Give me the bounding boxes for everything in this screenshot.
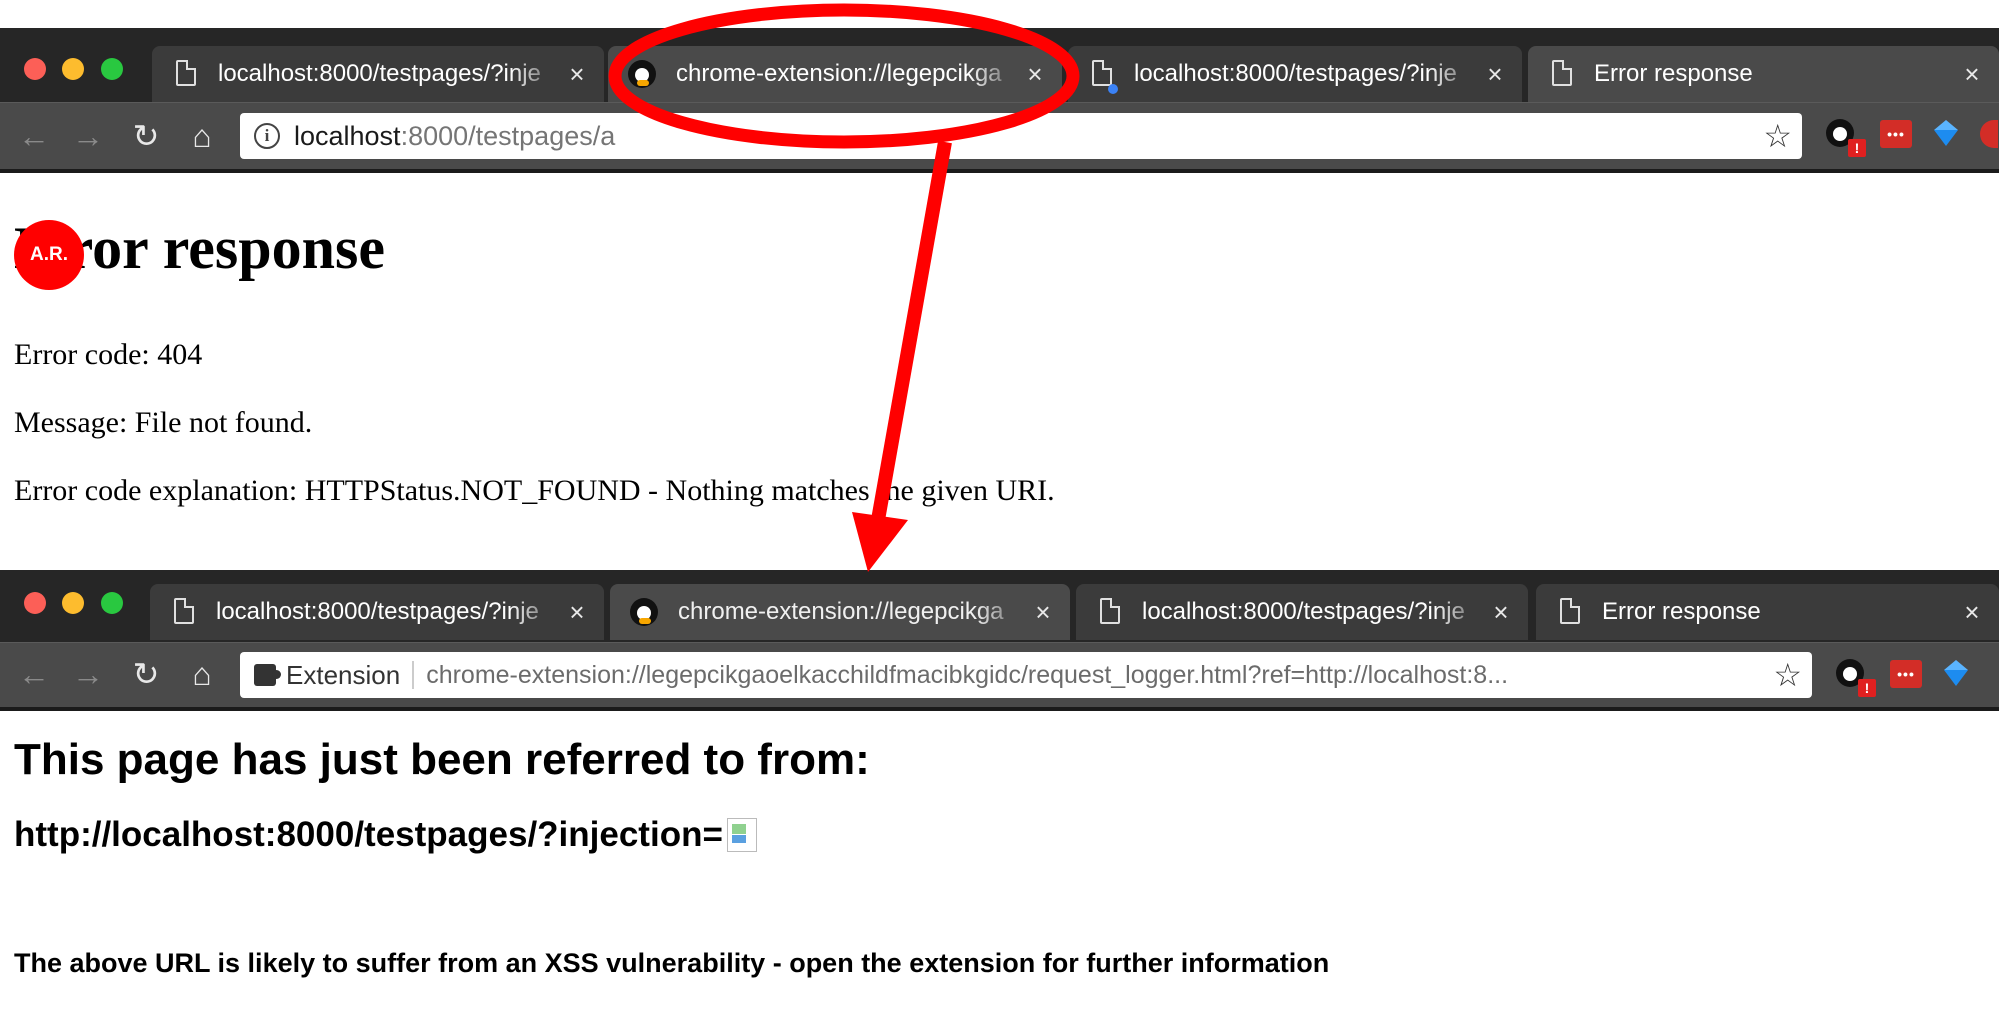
tab-localhost-2[interactable]: localhost:8000/testpages/?inje × [1076,584,1528,640]
window-minimize-button[interactable] [62,592,84,614]
tab-title: chrome-extension://legepcikga [678,598,1004,625]
tab-close-icon[interactable]: × [1957,59,1987,90]
toolbar: ← → ↻ ⌂ Extension chrome-extension://leg… [0,642,1999,707]
error-explanation-text: Error code explanation: HTTPStatus.NOT_F… [14,474,1055,507]
xss-warning-text: The above URL is likely to suffer from a… [14,948,1330,978]
tab-localhost-1[interactable]: localhost:8000/testpages/?inje × [152,46,604,102]
address-bar[interactable]: i localhost:8000/testpages/a ☆ [240,113,1802,159]
error-code-text: Error code: 404 [14,338,203,371]
info-icon[interactable]: i [254,123,280,149]
document-icon [176,60,198,88]
star-icon[interactable]: ☆ [1763,117,1792,155]
tab-close-icon[interactable]: × [1028,597,1058,628]
diamond-extension-icon[interactable] [1932,120,1960,148]
tab-close-icon[interactable]: × [562,59,592,90]
bottom-browser-chrome: localhost:8000/testpages/?inje × chrome-… [0,570,1999,711]
extension-icons: ! ••• [1826,117,1998,157]
puzzle-icon [254,664,281,686]
chip-label: Extension [286,659,401,690]
extension-overflow-icon[interactable] [1980,120,1998,148]
xss-extension-icon[interactable]: ! [1836,657,1876,697]
tab-chrome-extension[interactable]: chrome-extension://legepcikga × [610,584,1070,640]
loading-dot-icon [1108,84,1118,94]
tab-title: Error response [1602,598,1761,625]
window-close-button[interactable] [24,592,46,614]
tab-title: localhost:8000/testpages/?inje [216,598,539,625]
window-zoom-button[interactable] [101,592,123,614]
referrer-text: http://localhost:8000/testpages/?injecti… [14,815,723,854]
tab-error-response[interactable]: Error response × [1528,46,1999,102]
home-icon[interactable]: ⌂ [184,118,220,154]
star-icon[interactable]: ☆ [1773,656,1802,694]
address-bar[interactable]: Extension chrome-extension://legepcikgao… [240,652,1812,698]
tab-title: localhost:8000/testpages/?inje [218,60,541,87]
window-close-button[interactable] [24,58,46,80]
page-title: Error response [14,215,385,281]
lastpass-icon[interactable]: ••• [1890,660,1922,688]
extension-chip[interactable]: Extension [254,659,415,691]
tab-localhost-1[interactable]: localhost:8000/testpages/?inje × [150,584,604,640]
toolbar: ← → ↻ ⌂ i localhost:8000/testpages/a ☆ !… [0,102,1999,169]
back-arrow-icon[interactable]: ← [16,118,52,154]
error-page: Error response Error code: 404 Message: … [14,178,1414,507]
tab-title: localhost:8000/testpages/?inje [1134,60,1457,87]
url-text[interactable]: chrome-extension://legepcikgaoelkacchild… [426,661,1726,690]
author-badge: A.R. [14,220,84,290]
annotation-arrowhead [852,512,908,572]
tab-localhost-2[interactable]: localhost:8000/testpages/?inje × [1068,46,1522,102]
tab-close-icon[interactable]: × [1486,597,1516,628]
document-icon [1552,60,1574,88]
window-minimize-button[interactable] [62,58,84,80]
tab-close-icon[interactable]: × [1957,597,1987,628]
tab-title: chrome-extension://legepcikga [676,60,1002,87]
penguin-icon [630,598,658,626]
document-icon [174,598,196,626]
document-icon [1100,598,1122,626]
home-icon[interactable]: ⌂ [184,656,220,692]
tab-close-icon[interactable]: × [1480,59,1510,90]
xss-extension-icon[interactable]: ! [1826,117,1866,157]
top-browser-chrome: localhost:8000/testpages/?inje × chrome-… [0,28,1999,173]
url-text[interactable]: localhost:8000/testpages/a [294,121,615,152]
tab-strip: localhost:8000/testpages/?inje × chrome-… [0,570,1999,642]
diamond-extension-icon[interactable] [1942,660,1970,688]
forward-arrow-icon[interactable]: → [70,656,106,692]
window-zoom-button[interactable] [101,58,123,80]
reload-icon[interactable]: ↻ [128,656,164,692]
tab-error-response[interactable]: Error response × [1536,584,1999,640]
broken-image-icon [726,818,757,852]
document-icon [1092,60,1118,94]
extension-icons: ! ••• [1836,657,1970,697]
forward-arrow-icon[interactable]: → [70,118,106,154]
lastpass-icon[interactable]: ••• [1880,120,1912,148]
referrer-url: http://localhost:8000/testpages/?injecti… [14,815,757,855]
tab-strip: localhost:8000/testpages/?inje × chrome-… [0,28,1999,102]
back-arrow-icon[interactable]: ← [16,656,52,692]
reload-icon[interactable]: ↻ [128,118,164,154]
tab-title: localhost:8000/testpages/?inje [1142,598,1465,625]
penguin-icon [628,60,656,88]
tab-close-icon[interactable]: × [562,597,592,628]
tab-chrome-extension[interactable]: chrome-extension://legepcikga × [608,46,1062,102]
error-message-text: Message: File not found. [14,406,313,439]
tab-close-icon[interactable]: × [1020,59,1050,90]
page-heading: This page has just been referred to from… [14,735,870,784]
document-icon [1560,598,1582,626]
tab-title: Error response [1594,60,1753,87]
